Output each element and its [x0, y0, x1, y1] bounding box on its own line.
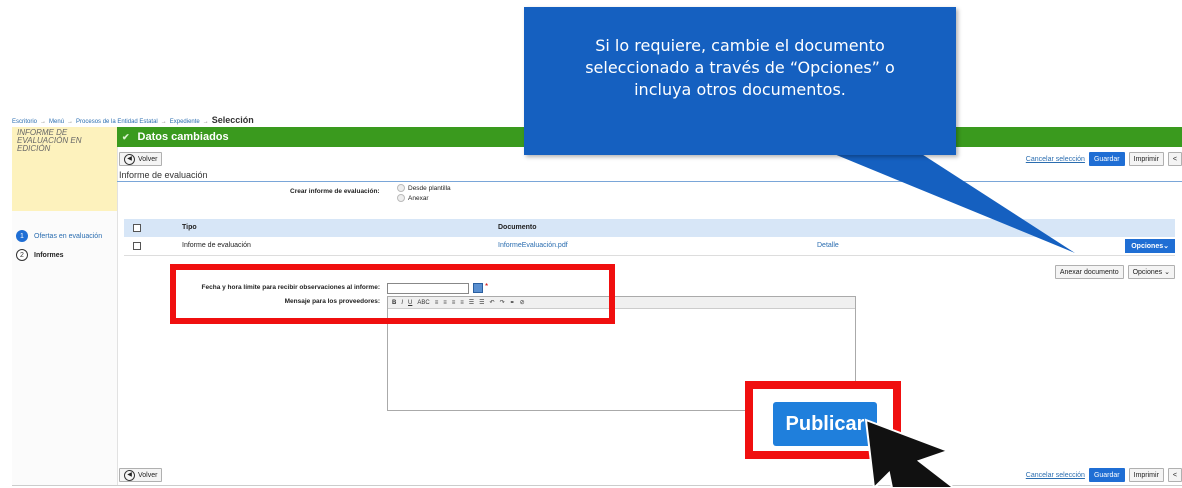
breadcrumb-current: Selección	[211, 115, 254, 125]
back-button-bottom[interactable]: ◀ Volver	[119, 468, 163, 482]
back-arrow-icon: ◀	[124, 153, 135, 165]
detail-link[interactable]: Detalle	[817, 242, 839, 249]
row-tipo: Informe de evaluación	[182, 242, 251, 249]
radio-icon	[397, 194, 405, 203]
save-button[interactable]: Guardar	[1088, 152, 1125, 166]
breadcrumb-procesos[interactable]: Procesos de la Entidad Estatal	[76, 119, 158, 125]
step-label: Informes	[34, 251, 64, 259]
step-number-badge: 1	[16, 230, 28, 242]
bottom-toolbar: ◀ Volver Cancelar selección Guardar Impri…	[117, 466, 1182, 484]
options-label: Opciones	[1132, 268, 1163, 276]
breadcrumb-arrow-icon: →	[202, 119, 209, 125]
callout-line: seleccionado a través de “Opciones” o	[585, 58, 895, 77]
instruction-callout: Si lo requiere, cambie el documento sele…	[524, 7, 956, 155]
step-number-badge: 2	[16, 249, 28, 261]
create-report-label: Crear informe de evaluación:	[290, 188, 380, 195]
callout-text: Si lo requiere, cambie el documento sele…	[524, 35, 956, 101]
toolbar-actions-bottom: Cancelar selección Guardar Imprimir <	[1026, 468, 1182, 482]
form-highlight-box	[170, 264, 615, 324]
back-arrow-icon: ◀	[124, 469, 135, 481]
check-icon: ✔	[122, 131, 130, 142]
collapse-button-bottom[interactable]: <	[1167, 468, 1182, 482]
table-header: Tipo Documento	[124, 219, 1175, 237]
annex-actions: Anexar documento Opciones ⌄	[1054, 265, 1175, 279]
toolbar-actions: Cancelar selección Guardar Imprimir <	[1026, 152, 1182, 166]
row-checkbox[interactable]	[133, 242, 141, 252]
option-label: Desde plantilla	[408, 185, 451, 192]
back-button[interactable]: ◀ Volver	[119, 152, 163, 166]
create-report-row: Crear informe de evaluación: Desde plant…	[117, 182, 1182, 204]
back-button-label: Volver	[138, 155, 158, 163]
page-title: Datos cambiados	[137, 131, 229, 143]
back-button-label: Volver	[138, 471, 158, 479]
callout-line: Si lo requiere, cambie el documento	[595, 36, 885, 55]
breadcrumb-escritorio[interactable]: Escritorio	[12, 119, 37, 125]
cancel-selection-link-bottom[interactable]: Cancelar selección	[1026, 472, 1085, 479]
documents-table: Tipo Documento Informe de evaluación Inf…	[124, 219, 1175, 256]
print-button-bottom[interactable]: Imprimir	[1128, 468, 1164, 482]
callout-line: incluya otros documentos.	[634, 80, 846, 99]
chevron-down-icon: ⌄	[1163, 243, 1169, 250]
step-label: Ofertas en evaluación	[34, 232, 103, 240]
sidebar-step-ofertas[interactable]: 1 Ofertas en evaluación	[12, 228, 117, 244]
print-button[interactable]: Imprimir	[1128, 152, 1164, 166]
header-tipo: Tipo	[182, 224, 197, 231]
row-options-button[interactable]: Opciones ⌄	[1125, 239, 1175, 253]
option-desde-plantilla[interactable]: Desde plantilla	[397, 184, 451, 194]
annex-options-button[interactable]: Opciones ⌄	[1127, 265, 1175, 279]
select-all-checkbox[interactable]	[133, 224, 141, 234]
cancel-selection-link[interactable]: Cancelar selección	[1026, 156, 1085, 163]
radio-icon	[397, 184, 405, 193]
option-anexar[interactable]: Anexar	[397, 194, 451, 204]
option-label: Anexar	[408, 195, 429, 202]
sidebar: INFORME DE EVALUACIÓN EN EDICIÓN 1 Ofert…	[12, 127, 118, 485]
attach-document-button[interactable]: Anexar documento	[1054, 265, 1124, 279]
chevron-down-icon: ⌄	[1164, 269, 1170, 276]
status-banner: INFORME DE EVALUACIÓN EN EDICIÓN	[12, 127, 117, 211]
section-title: Informe de evaluación	[117, 169, 1182, 182]
breadcrumb-arrow-icon: →	[67, 119, 74, 125]
document-link[interactable]: InformeEvaluación.pdf	[498, 242, 568, 249]
breadcrumb-arrow-icon: →	[40, 119, 47, 125]
table-row: Informe de evaluación InformeEvaluación.…	[124, 237, 1175, 256]
breadcrumb-arrow-icon: →	[160, 119, 167, 125]
publish-button[interactable]: Publicar	[773, 402, 877, 446]
sidebar-step-informes[interactable]: 2 Informes	[12, 247, 117, 263]
header-documento: Documento	[498, 224, 537, 231]
breadcrumb: Escritorio → Menú → Procesos de la Entidad E…	[12, 113, 254, 127]
collapse-button[interactable]: <	[1167, 152, 1182, 166]
breadcrumb-expediente[interactable]: Expediente	[170, 119, 200, 125]
options-label: Opciones	[1131, 242, 1164, 250]
save-button-bottom[interactable]: Guardar	[1088, 468, 1125, 482]
publish-highlight-box: Publicar	[745, 381, 901, 459]
breadcrumb-menu[interactable]: Menú	[49, 119, 64, 125]
create-report-options: Desde plantilla Anexar	[397, 184, 451, 204]
